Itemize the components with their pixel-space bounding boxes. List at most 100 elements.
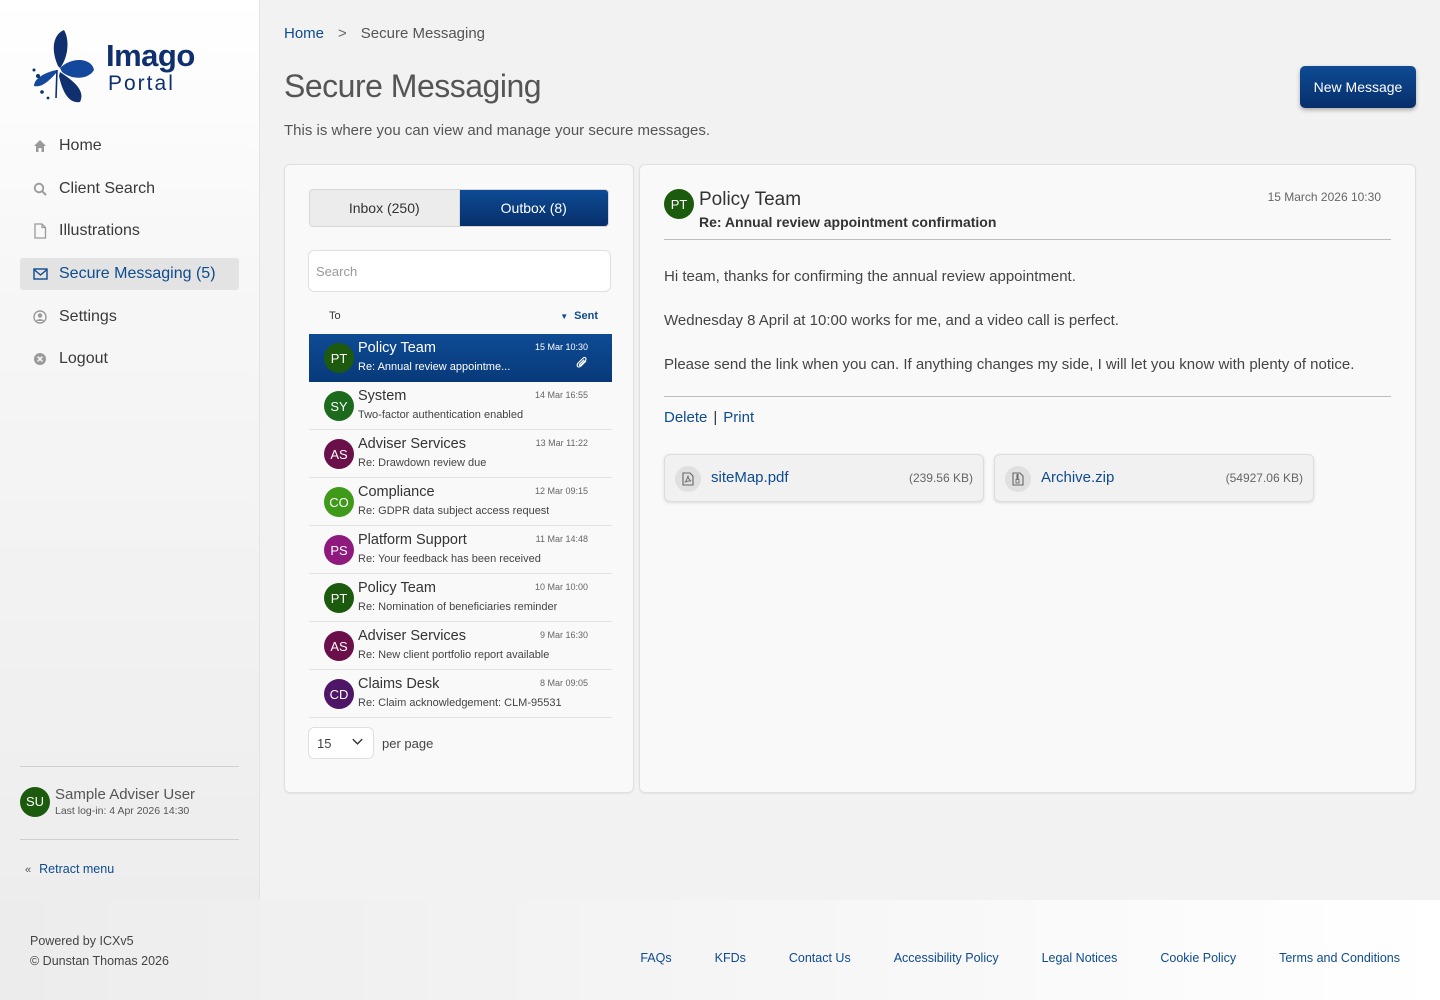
avatar: PT: [324, 343, 354, 373]
message-subject: Re: Nomination of beneficiaries reminder: [358, 601, 558, 613]
per-page-value: 15: [317, 735, 332, 751]
sidebar-item-label: Client Search: [59, 179, 156, 197]
sidebar: Imago Portal Home Client Search Illustra…: [0, 0, 260, 900]
attachment-size: (54927.06 KB): [1225, 471, 1303, 485]
list-item[interactable]: AS Adviser Services Re: New client portf…: [309, 622, 612, 670]
paperclip-icon: [576, 356, 588, 372]
message-list: PT Policy Team Re: Annual review appoint…: [309, 334, 612, 718]
tab-inbox[interactable]: Inbox (250): [310, 190, 460, 226]
copyright: © Dunstan Thomas 2026: [30, 954, 169, 968]
list-item[interactable]: SY System Two-factor authentication enab…: [309, 382, 612, 430]
message-time: 13 Mar 11:22: [535, 438, 588, 448]
user-name: Sample Adviser User: [55, 786, 196, 803]
attachment-name: siteMap.pdf: [711, 469, 789, 486]
message-recipient: System: [358, 388, 407, 404]
message-subject: Re: Annual review appointment confirmati…: [699, 214, 997, 230]
message-time: 14 Mar 16:55: [534, 390, 588, 400]
home-icon: [32, 138, 48, 154]
mailbox-toggle: Inbox (250) Outbox (8): [309, 189, 609, 227]
list-item[interactable]: CO Compliance Re: GDPR data subject acce…: [309, 478, 612, 526]
message-time: 8 Mar 09:05: [539, 678, 588, 688]
message-paragraph: Wednesday 8 April at 10:00 works for me,…: [664, 312, 1119, 329]
footer-link-kfds[interactable]: KFDs: [715, 951, 746, 965]
footer-link-legal-notices[interactable]: Legal Notices: [1042, 951, 1118, 965]
message-date: 15 March 2026 10:30: [1267, 190, 1381, 204]
attachment-item[interactable]: siteMap.pdf (239.56 KB): [664, 454, 984, 502]
footer-link-contact-us[interactable]: Contact Us: [789, 951, 851, 965]
sidebar-item-label: Secure Messaging (5): [59, 265, 216, 283]
message-time: 11 Mar 14:48: [535, 534, 588, 544]
footer-link-faqs[interactable]: FAQs: [640, 951, 671, 965]
sidebar-item-logout[interactable]: Logout: [20, 343, 239, 375]
message-subject: Re: GDPR data subject access request: [358, 505, 550, 517]
message-recipient: Policy Team: [358, 340, 436, 356]
per-page-select[interactable]: 15: [308, 727, 374, 759]
divider: [664, 396, 1391, 397]
search-input[interactable]: [308, 250, 611, 292]
list-item[interactable]: AS Adviser Services Re: Drawdown review …: [309, 430, 612, 478]
message-paragraph: Hi team, thanks for confirming the annua…: [664, 268, 1076, 285]
retract-menu-label: Retract menu: [39, 862, 115, 876]
delete-link[interactable]: Delete: [664, 409, 707, 426]
sidebar-item-label: Logout: [59, 350, 108, 368]
imago-portal-logo[interactable]: Imago Portal: [28, 28, 198, 108]
sidebar-item-secure-messaging[interactable]: Secure Messaging (5): [20, 258, 239, 291]
pagination: 15 per page: [308, 727, 433, 759]
list-item[interactable]: PS Platform Support Re: Your feedback ha…: [309, 526, 612, 574]
chevron-down-icon: [352, 738, 363, 745]
retract-menu-link[interactable]: « Retract menu: [25, 862, 114, 876]
list-item[interactable]: PT Policy Team Re: Nomination of benefic…: [309, 574, 612, 622]
sidebar-item-label: Home: [59, 137, 102, 154]
print-link[interactable]: Print: [723, 409, 754, 426]
sidebar-item-home[interactable]: Home: [20, 130, 239, 162]
action-separator: |: [713, 409, 718, 426]
message-subject: Two-factor authentication enabled: [358, 409, 524, 421]
breadcrumb: Home > Secure Messaging: [284, 25, 485, 42]
list-item[interactable]: PT Policy Team Re: Annual review appoint…: [309, 334, 612, 382]
sort-by-sent-button[interactable]: ▼ Sent: [560, 310, 598, 322]
sidebar-item-client-search[interactable]: Client Search: [20, 173, 239, 205]
user-circle-icon: [32, 309, 48, 325]
document-icon: [32, 223, 48, 240]
list-item[interactable]: CD Claims Desk Re: Claim acknowledgement…: [309, 670, 612, 718]
sidebar-nav: Home Client Search Illustrations Secure …: [20, 130, 239, 386]
footer-links: FAQs KFDs Contact Us Accessibility Polic…: [597, 951, 1400, 965]
close-circle-icon: [32, 351, 48, 367]
avatar: AS: [324, 439, 354, 469]
footer-link-accessibility-policy[interactable]: Accessibility Policy: [894, 951, 999, 965]
new-message-button[interactable]: New Message: [1300, 66, 1416, 108]
message-time: 12 Mar 09:15: [534, 486, 588, 496]
attachment-size: (239.56 KB): [908, 471, 973, 485]
attachment-item[interactable]: Archive.zip (54927.06 KB): [994, 454, 1314, 502]
avatar: PS: [324, 535, 354, 565]
breadcrumb-current: Secure Messaging: [360, 25, 486, 42]
footer-credits: Powered by ICXv5 © Dunstan Thomas 2026: [30, 931, 169, 971]
footer-link-cookie-policy[interactable]: Cookie Policy: [1160, 951, 1236, 965]
message-subject: Re: New client portfolio report availabl…: [358, 649, 550, 661]
search-icon: [32, 181, 48, 197]
avatar: SU: [20, 786, 50, 817]
current-user: SU Sample Adviser User Last log-in: 4 Ap…: [20, 786, 195, 817]
page-description: This is where you can view and manage yo…: [284, 122, 711, 139]
footer-link-terms-and-conditions[interactable]: Terms and Conditions: [1279, 951, 1400, 965]
breadcrumb-home-link[interactable]: Home: [284, 25, 324, 42]
message-recipient: Adviser Services: [358, 628, 466, 644]
sidebar-item-illustrations[interactable]: Illustrations: [20, 215, 239, 247]
avatar: CD: [324, 679, 354, 709]
sort-desc-icon: ▼: [560, 312, 569, 321]
message-subject: Re: Your feedback has been received: [358, 553, 541, 565]
per-page-label: per page: [382, 735, 434, 751]
message-list-panel: Inbox (250) Outbox (8) To ▼ Sent PT Polic…: [284, 164, 634, 793]
list-header: To ▼ Sent: [309, 308, 612, 334]
message-paragraph: Please send the link when you can. If an…: [664, 356, 1355, 373]
message-subject: Re: Annual review appointme...: [358, 361, 511, 373]
avatar: SY: [324, 391, 354, 421]
column-sent: Sent: [574, 310, 598, 322]
powered-by: Powered by ICXv5: [30, 934, 134, 948]
sidebar-item-settings[interactable]: Settings: [20, 301, 239, 333]
avatar: AS: [324, 631, 354, 661]
message-subject: Re: Claim acknowledgement: CLM-95531: [358, 697, 562, 709]
tab-outbox[interactable]: Outbox (8): [459, 190, 608, 226]
message-header: PT Policy Team Re: Annual review appoint…: [664, 189, 1391, 240]
message-time: 10 Mar 10:00: [534, 582, 588, 592]
